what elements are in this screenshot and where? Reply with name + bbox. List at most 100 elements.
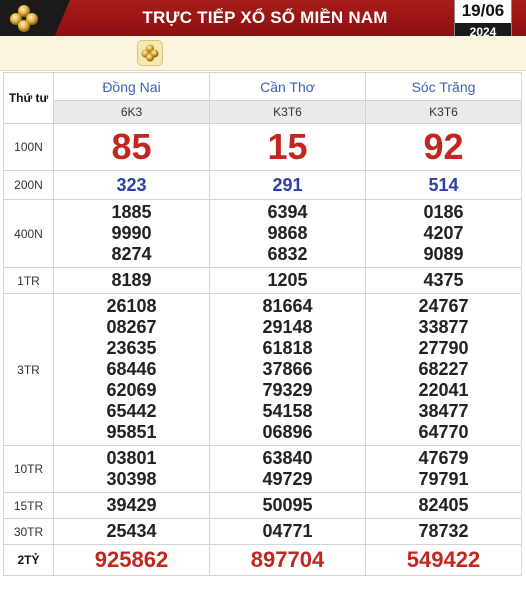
winning-number: 25434	[106, 521, 157, 541]
winning-number: 68227	[418, 359, 469, 379]
prize-row: 15TR 39429 50095 82405	[3, 492, 522, 519]
clover-button[interactable]	[137, 40, 163, 66]
prize-cell: 47679 79791	[365, 445, 522, 493]
prize-label: 1TR	[3, 267, 54, 294]
winning-number: 6832	[267, 244, 308, 264]
winning-number: 4375	[423, 270, 464, 290]
winning-number: 03801	[106, 448, 157, 468]
prize-cell: 0186 4207 9089	[365, 199, 522, 268]
prize-cell: 26108 08267 23635 68446 62069 65442 95851	[53, 293, 210, 446]
prize-label: 3TR	[3, 293, 54, 446]
winning-number: 78732	[418, 521, 469, 541]
prize-row: 3TR 26108 08267 23635 68446 62069 65442 95851 81…	[3, 293, 522, 446]
prize-label: 100N	[3, 123, 54, 171]
province-link[interactable]: Cần Thơ	[209, 72, 366, 101]
winning-number: 65442	[106, 401, 157, 421]
prize-cell: 04771	[209, 518, 366, 545]
header-bar: TRỰC TIẾP XỔ SỐ MIỀN NAM 19/06 2024	[0, 0, 526, 42]
sub-toolbar	[0, 36, 526, 71]
page-title: TRỰC TIẾP XỔ SỐ MIỀN NAM	[142, 8, 388, 27]
prize-cell: 1885 9990 8274	[53, 199, 210, 268]
province-row: Thứ tư Đồng Nai Cần Thơ Sóc Trăng	[3, 72, 522, 124]
prize-row: 30TR 25434 04771 78732	[3, 518, 522, 545]
prize-cell: 82405	[365, 492, 522, 519]
prize-cell: 50095	[209, 492, 366, 519]
winning-number: 8189	[111, 270, 152, 290]
winning-number: 15	[267, 126, 308, 167]
lottery-results-page: TRỰC TIẾP XỔ SỐ MIỀN NAM 19/06 2024 Thứ …	[0, 0, 526, 612]
winning-number: 8274	[111, 244, 152, 264]
winning-number: 79329	[262, 380, 313, 400]
winning-number: 9089	[423, 244, 464, 264]
winning-number: 1885	[111, 202, 152, 222]
winning-number: 4207	[423, 223, 464, 243]
prize-row: 100N 85 15 92	[3, 123, 522, 171]
winning-number: 81664	[262, 296, 313, 316]
winning-number: 79791	[418, 469, 469, 489]
prize-cell: 8189	[53, 267, 210, 294]
prize-label: 2TỶ	[3, 544, 54, 576]
winning-number: 1205	[267, 270, 308, 290]
prize-label: 10TR	[3, 445, 54, 493]
date-day-month: 19/06	[461, 1, 505, 20]
winning-number: 39429	[106, 495, 157, 515]
winning-number: 925862	[94, 547, 169, 572]
logo[interactable]	[0, 0, 70, 36]
prize-cell: 549422	[365, 544, 522, 576]
winning-number: 49729	[262, 469, 313, 489]
prize-cell: 323	[53, 170, 210, 200]
winning-number: 62069	[106, 380, 157, 400]
prize-cell: 15	[209, 123, 366, 171]
winning-number: 47679	[418, 448, 469, 468]
prize-cell: 925862	[53, 544, 210, 576]
winning-number: 61818	[262, 338, 313, 358]
prize-cell: 63840 49729	[209, 445, 366, 493]
prize-row: 400N 1885 9990 8274 6394 9868 6832 0186 4207 9089	[3, 199, 522, 268]
winning-number: 9990	[111, 223, 152, 243]
prize-row: 10TR 03801 30398 63840 49729 47679 79791	[3, 445, 522, 493]
prize-cell: 6394 9868 6832	[209, 199, 366, 268]
winning-number: 23635	[106, 338, 157, 358]
winning-number: 29148	[262, 317, 313, 337]
winning-number: 08267	[106, 317, 157, 337]
prize-label: 200N	[3, 170, 54, 200]
prize-cell: 24767 33877 27790 68227 22041 38477 64770	[365, 293, 522, 446]
winning-number: 514	[428, 175, 459, 195]
prize-cell: 25434	[53, 518, 210, 545]
prize-cell: 85	[53, 123, 210, 171]
winning-number: 85	[111, 126, 152, 167]
province-link[interactable]: Sóc Trăng	[365, 72, 522, 101]
winning-number: 33877	[418, 317, 469, 337]
clover-logo-icon	[10, 5, 38, 32]
prize-cell: 81664 29148 61818 37866 79329 54158 06896	[209, 293, 366, 446]
prize-cell: 291	[209, 170, 366, 200]
prize-cell: 39429	[53, 492, 210, 519]
prize-row: 1TR 8189 1205 4375	[3, 267, 522, 294]
winning-number: 27790	[418, 338, 469, 358]
winning-number: 92	[423, 126, 464, 167]
ticket-code: K3T6	[365, 100, 522, 124]
ticket-code: 6K3	[53, 100, 210, 124]
winning-number: 549422	[406, 547, 481, 572]
prize-cell: 514	[365, 170, 522, 200]
winning-number: 68446	[106, 359, 157, 379]
winning-number: 82405	[418, 495, 469, 515]
winning-number: 0186	[423, 202, 464, 222]
winning-number: 323	[116, 175, 147, 195]
prize-cell: 78732	[365, 518, 522, 545]
winning-number: 63840	[262, 448, 313, 468]
winning-number: 26108	[106, 296, 157, 316]
winning-number: 6394	[267, 202, 308, 222]
winning-number: 37866	[262, 359, 313, 379]
winning-number: 06896	[262, 422, 313, 442]
prize-cell: 92	[365, 123, 522, 171]
winning-number: 95851	[106, 422, 157, 442]
results-table: Thứ tư Đồng Nai Cần Thơ Sóc Trăng 6K3 K3…	[3, 72, 522, 576]
winning-number: 54158	[262, 401, 313, 421]
winning-number: 22041	[418, 380, 469, 400]
prize-cell: 4375	[365, 267, 522, 294]
code-row: 6K3 K3T6 K3T6	[4, 100, 522, 124]
province-link[interactable]: Đồng Nai	[53, 72, 210, 101]
prize-cell: 897704	[209, 544, 366, 576]
winning-number: 38477	[418, 401, 469, 421]
